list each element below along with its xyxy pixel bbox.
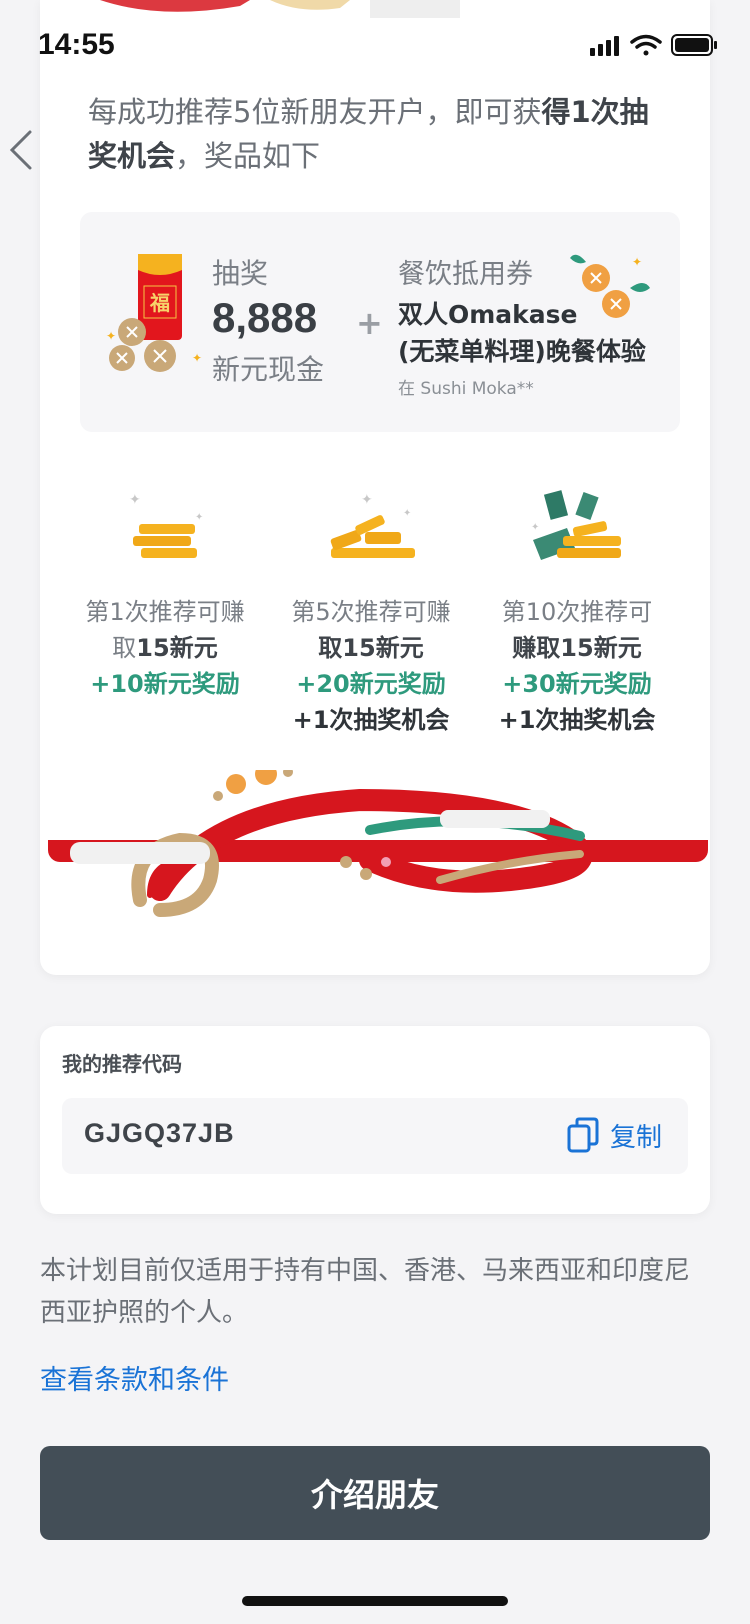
- tier-5-line2: 取15新元: [318, 634, 424, 662]
- prize-panel: 福 ✦ ✦ 抽奖 8,888 新元现金 + 餐饮抵用券 双人Omakase (无…: [80, 212, 680, 432]
- eligibility-disclaimer: 本计划目前仅适用于持有中国、香港、马来西亚和印度尼西亚护照的个人。: [40, 1256, 691, 1328]
- voucher-line2: (无菜单料理)晚餐体验: [398, 337, 646, 366]
- svg-text:✦: ✦: [632, 255, 642, 269]
- signal-icon: [590, 36, 619, 56]
- referral-code-card: 我的推荐代码 GJGQ37JB 复制: [40, 1026, 710, 1214]
- voucher-venue: 在 Sushi Moka**: [398, 379, 534, 399]
- prize-unit: 新元现金: [212, 353, 325, 386]
- tier-5-bonus: +20新元奖励: [296, 670, 446, 698]
- back-chevron-icon[interactable]: [0, 120, 40, 180]
- status-bar: 14:55: [0, 0, 750, 92]
- svg-text:✦: ✦: [129, 492, 141, 508]
- home-indicator: [242, 1596, 508, 1606]
- svg-text:✦: ✦: [195, 512, 203, 523]
- status-icons: [590, 34, 717, 56]
- referral-code-label: 我的推荐代码: [62, 1052, 182, 1076]
- svg-text:✦: ✦: [531, 522, 539, 533]
- tier-10-extra: +1次抽奖机会: [498, 706, 656, 734]
- cash-and-coins-icon: ✦: [531, 490, 621, 560]
- plus-sign: +: [356, 304, 383, 342]
- referral-code-value: GJGQ37JB: [84, 1118, 235, 1148]
- intro-text: 每成功推荐5位新朋友开户，即可获得1次抽奖机会，奖品如下: [88, 95, 649, 173]
- svg-text:✦: ✦: [106, 329, 116, 343]
- tier-10: ✦ 第10次推荐可 赚取15新元 +30新元奖励 +1次抽奖机会: [472, 490, 682, 738]
- tier-10-bonus: +30新元奖励: [502, 670, 652, 698]
- coin-stack-icon: ✦ ✦: [330, 492, 415, 558]
- status-time: 14:55: [38, 28, 115, 61]
- terms-link[interactable]: 查看条款和条件: [40, 1358, 229, 1397]
- wifi-icon: [630, 34, 662, 56]
- copy-label: 复制: [609, 1122, 662, 1153]
- copy-icon: [567, 1117, 599, 1153]
- prize-label: 抽奖: [212, 257, 269, 290]
- copy-button[interactable]: 复制: [566, 1112, 662, 1158]
- tier-1-bonus: +10新元奖励: [90, 670, 240, 698]
- battery-icon: [671, 34, 717, 56]
- voucher-line1: 双人Omakase: [398, 300, 578, 329]
- coin-stack-icon: ✦ ✦: [129, 492, 203, 558]
- red-packet-icon: 福 ✦ ✦: [106, 254, 202, 372]
- tier-1: ✦ ✦ 第1次推荐可赚 取15新元 +10新元奖励: [60, 490, 270, 702]
- promo-card: 每成功推荐5位新朋友开户，即可获得1次抽奖机会，奖品如下 福 ✦ ✦ 抽奖 8,…: [40, 0, 710, 975]
- refer-friend-button[interactable]: 介绍朋友: [40, 1446, 710, 1540]
- tier-5: ✦ ✦ 第5次推荐可赚 取15新元 +20新元奖励 +1次抽奖机会: [266, 490, 476, 738]
- tier-5-extra: +1次抽奖机会: [292, 706, 450, 734]
- svg-text:✦: ✦: [361, 492, 373, 508]
- tier-10-line1: 第10次推荐可: [501, 598, 653, 626]
- referral-code-box: GJGQ37JB 复制: [62, 1098, 688, 1174]
- svg-text:福: 福: [149, 291, 170, 315]
- svg-text:✦: ✦: [192, 351, 202, 365]
- tier-1-line1: 第1次推荐可赚: [85, 598, 245, 626]
- prize-amount: 8,888: [212, 294, 318, 341]
- festive-bottom-decoration: [70, 770, 593, 917]
- tier-1-line2: 取15新元: [112, 634, 218, 662]
- voucher-title: 餐饮抵用券: [398, 259, 533, 290]
- tier-10-line2: 赚取15新元: [512, 634, 642, 662]
- svg-text:✦: ✦: [403, 508, 411, 519]
- mandarin-orange-icon: [213, 770, 293, 801]
- tier-5-line1: 第5次推荐可赚: [291, 598, 451, 626]
- mandarin-orange-icon: ✦: [570, 254, 650, 318]
